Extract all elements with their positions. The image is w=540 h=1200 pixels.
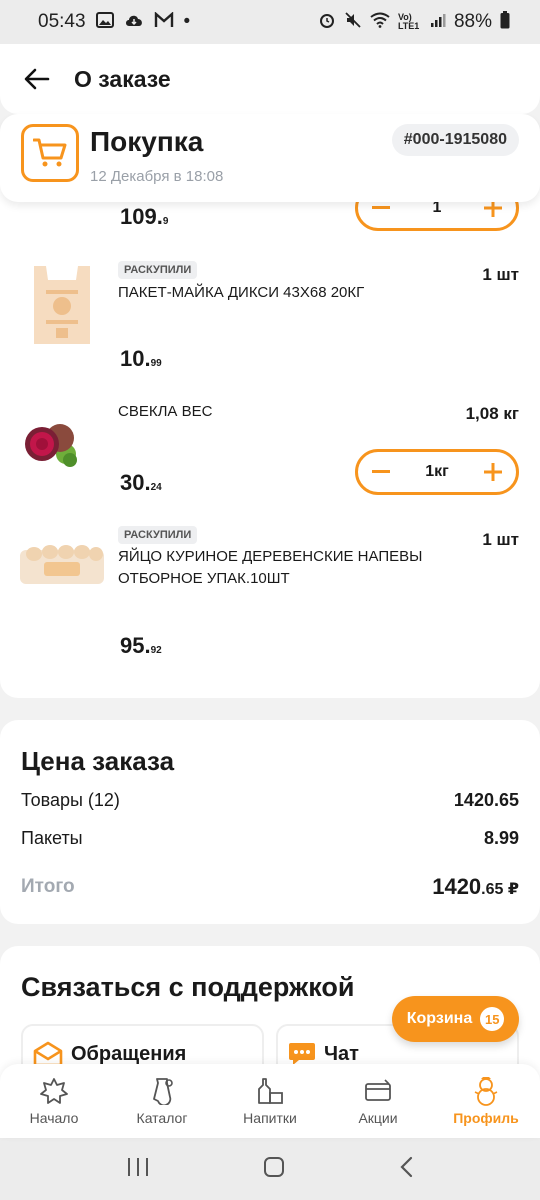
order-number-badge: #000-1915080 bbox=[391, 124, 519, 156]
mute-icon bbox=[344, 11, 362, 34]
sold-out-badge: РАСКУПИЛИ bbox=[118, 261, 198, 279]
cart-label: Корзина bbox=[406, 1010, 473, 1027]
home-system-button[interactable] bbox=[263, 1156, 285, 1183]
arrow-left-icon bbox=[24, 68, 50, 90]
minus-icon bbox=[372, 470, 390, 473]
bag-image bbox=[34, 260, 90, 349]
eggs-image bbox=[20, 540, 104, 595]
order-info-card: Покупка 12 Декабря в 18:08 #000-1915080 bbox=[0, 114, 540, 202]
home-square-icon bbox=[263, 1156, 284, 1177]
catalog-icon bbox=[147, 1076, 177, 1106]
status-bar: 05:43 • Vo) LTE1 88% bbox=[0, 0, 540, 44]
recent-apps-icon bbox=[128, 1157, 149, 1176]
nav-drinks[interactable]: Напитки bbox=[216, 1064, 324, 1138]
beet-image bbox=[22, 414, 80, 477]
goods-label: Товары (12) bbox=[21, 790, 120, 810]
app-header: О заказе bbox=[0, 44, 540, 114]
cart-icon bbox=[21, 124, 79, 182]
chat-label: Чат bbox=[324, 1042, 359, 1065]
order-date: 12 Декабря в 18:08 bbox=[90, 168, 224, 185]
minus-icon bbox=[372, 206, 390, 209]
nav-home[interactable]: Начало bbox=[0, 1064, 108, 1138]
nav-promo[interactable]: Акции bbox=[324, 1064, 432, 1138]
home-icon bbox=[39, 1076, 69, 1106]
item-price: 95.92 bbox=[120, 633, 162, 658]
profile-icon bbox=[471, 1076, 501, 1106]
battery-percent: 88% bbox=[453, 11, 492, 32]
item-price: 30.24 bbox=[120, 470, 162, 495]
chevron-left-icon bbox=[400, 1156, 412, 1177]
item-name: СВЕКЛА ВЕС bbox=[118, 403, 213, 420]
sold-out-badge: РАСКУПИЛИ bbox=[118, 526, 198, 544]
item-price: 109.9 bbox=[120, 204, 169, 229]
promo-icon bbox=[363, 1076, 393, 1106]
item-name: ЯЙЦО КУРИНОЕ ДЕРЕВЕНСКИЕ НАПЕВЫ ОТБОРНОЕ… bbox=[118, 548, 423, 587]
bottom-nav: Начало Каталог Напитки Акции Профиль bbox=[0, 1064, 540, 1138]
increase-button[interactable] bbox=[482, 461, 504, 483]
cloud-download-icon bbox=[124, 12, 144, 33]
wifi-icon bbox=[370, 12, 390, 33]
gmail-icon bbox=[154, 10, 174, 33]
total-value: 1420.65 ₽ bbox=[432, 874, 519, 899]
quantity-stepper[interactable]: 1кг bbox=[355, 449, 519, 495]
appeals-label: Обращения bbox=[71, 1042, 187, 1065]
lte-indicator: Vo) LTE1 bbox=[397, 12, 420, 31]
summary-title: Цена заказа bbox=[21, 746, 175, 776]
battery-icon bbox=[500, 10, 510, 34]
back-button[interactable] bbox=[22, 64, 52, 94]
cart-button[interactable]: Корзина 15 bbox=[392, 996, 519, 1042]
nav-label: Профиль bbox=[453, 1110, 519, 1126]
support-title: Связаться с поддержкой bbox=[21, 972, 355, 1002]
status-time: 05:43 bbox=[38, 11, 86, 32]
image-icon bbox=[95, 11, 114, 33]
nav-label: Каталог bbox=[136, 1110, 188, 1126]
system-back-button[interactable] bbox=[398, 1156, 414, 1183]
page-title: О заказе bbox=[74, 65, 171, 92]
alarm-icon bbox=[318, 11, 336, 34]
order-type: Покупка bbox=[90, 126, 204, 157]
order-items-list: 109.9 1 РАСКУПИЛИ ПАКЕТ-МАЙКА ДИКСИ 43X6… bbox=[0, 160, 540, 698]
goods-value: 1420.65 bbox=[453, 790, 519, 810]
nav-label: Акции bbox=[358, 1110, 398, 1126]
bags-label: Пакеты bbox=[21, 828, 83, 848]
item-name: ПАКЕТ-МАЙКА ДИКСИ 43X68 20КГ bbox=[118, 284, 365, 301]
cart-count-badge: 15 bbox=[480, 1007, 505, 1031]
nav-label: Напитки bbox=[243, 1110, 297, 1126]
system-nav-bar bbox=[0, 1138, 540, 1200]
nav-catalog[interactable]: Каталог bbox=[108, 1064, 216, 1138]
bags-value: 8.99 bbox=[483, 828, 519, 848]
item-quantity: 1 шт bbox=[482, 530, 519, 549]
decrease-button[interactable] bbox=[370, 461, 392, 483]
status-dot: • bbox=[183, 11, 191, 32]
nav-profile[interactable]: Профиль bbox=[432, 1064, 540, 1138]
item-quantity: 1,08 кг bbox=[465, 404, 519, 423]
item-price: 10.99 bbox=[120, 346, 162, 371]
total-label: Итого bbox=[21, 876, 75, 897]
drinks-icon bbox=[255, 1076, 285, 1106]
stepper-value: 1кг bbox=[425, 463, 449, 480]
plus-icon bbox=[483, 463, 502, 481]
signal-icon bbox=[430, 12, 446, 33]
recent-apps-button[interactable] bbox=[126, 1157, 150, 1182]
nav-label: Начало bbox=[29, 1110, 79, 1126]
item-quantity: 1 шт bbox=[482, 265, 519, 284]
